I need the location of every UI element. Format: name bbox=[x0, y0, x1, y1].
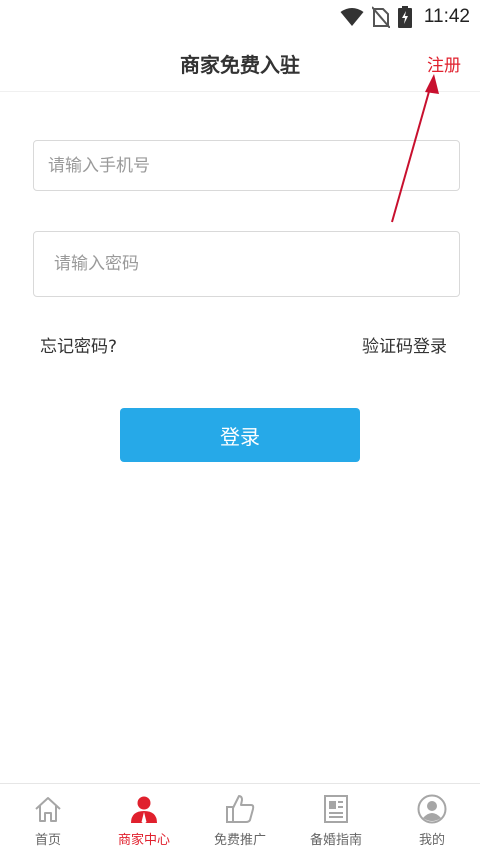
status-bar: 11:42 bbox=[0, 0, 480, 34]
phone-field[interactable] bbox=[33, 140, 460, 191]
tab-home[interactable]: 首页 bbox=[0, 784, 96, 853]
tab-merchant-center[interactable]: 商家中心 bbox=[96, 784, 192, 853]
password-input[interactable] bbox=[34, 232, 459, 296]
guide-icon bbox=[324, 795, 348, 823]
register-link[interactable]: 注册 bbox=[427, 51, 461, 76]
password-field[interactable] bbox=[33, 231, 460, 297]
bottom-tab-bar: 首页 商家中心 免费推广 备婚指南 我的 bbox=[0, 783, 480, 853]
profile-icon bbox=[417, 794, 447, 824]
merchant-icon bbox=[131, 796, 157, 824]
tab-free-promotion[interactable]: 免费推广 bbox=[192, 784, 288, 853]
tab-label: 免费推广 bbox=[213, 833, 266, 848]
tab-label: 首页 bbox=[34, 833, 61, 848]
thumbs-up-icon bbox=[226, 795, 255, 823]
no-sim-icon bbox=[371, 6, 390, 28]
home-icon bbox=[35, 797, 61, 822]
app-header: 商家免费入驻 注册 bbox=[0, 34, 480, 92]
tab-label: 我的 bbox=[418, 833, 445, 848]
tab-label: 商家中心 bbox=[117, 833, 170, 848]
tab-wedding-guide[interactable]: 备婚指南 bbox=[288, 784, 384, 853]
tab-label: 备婚指南 bbox=[309, 833, 362, 848]
page-title: 商家免费入驻 bbox=[180, 53, 300, 77]
status-icons: 11:42 bbox=[340, 4, 470, 30]
phone-input[interactable] bbox=[34, 141, 459, 190]
tab-profile[interactable]: 我的 bbox=[384, 784, 480, 853]
login-button[interactable]: 登录 bbox=[120, 408, 360, 462]
forgot-password-link[interactable]: 忘记密码? bbox=[40, 332, 117, 357]
battery-charging-icon bbox=[397, 6, 412, 28]
wifi-icon bbox=[340, 8, 364, 26]
sms-login-link[interactable]: 验证码登录 bbox=[362, 332, 447, 357]
status-time: 11:42 bbox=[423, 6, 470, 27]
